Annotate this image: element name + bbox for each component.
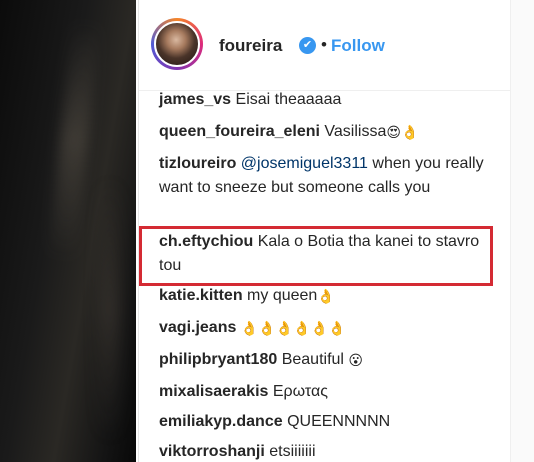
verified-badge-icon: ✔ — [299, 37, 316, 54]
follow-button[interactable]: Follow — [331, 36, 385, 56]
comment-text: Ερωτας — [272, 383, 328, 400]
emoji-icon: 😮 — [348, 352, 364, 368]
comment-mention-link[interactable]: @josemiguel3311 — [241, 155, 368, 172]
comment-username[interactable]: viktorroshanji — [159, 443, 265, 460]
comment-item: emiliakyp.dance QUEENNNNN — [159, 410, 499, 434]
comment-text: my queen — [247, 287, 318, 304]
photo-light-streak — [47, 19, 101, 261]
comment-item: james_vs Eisai theaaaaa — [159, 90, 499, 112]
scroll-gutter — [510, 0, 534, 462]
comment-username[interactable]: tizloureiro — [159, 155, 236, 172]
comment-username[interactable]: james_vs — [159, 91, 231, 108]
comment-list[interactable]: james_vs Eisai theaaaaa queen_foureira_e… — [139, 90, 511, 462]
emoji-icon: 😍👌 — [386, 124, 419, 140]
post-header: foureira ✔ • Follow — [139, 0, 511, 91]
comment-text: QUEENNNNN — [287, 413, 391, 430]
comment-username[interactable]: katie.kitten — [159, 287, 243, 304]
comment-item: philipbryant180 Beautiful 😮 — [159, 348, 499, 372]
comment-username[interactable]: vagi.jeans — [159, 319, 236, 336]
comment-item: queen_foureira_eleni Vasilissa😍👌 — [159, 120, 499, 144]
comment-text: Eisai theaaaaa — [235, 91, 342, 108]
emoji-icon: 👌 — [317, 288, 335, 304]
profile-username[interactable]: foureira — [219, 36, 282, 56]
post-photo — [0, 0, 136, 462]
comment-item: katie.kitten my queen👌 — [159, 284, 499, 308]
photo-light-streak — [100, 180, 120, 440]
comment-username[interactable]: mixalisaerakis — [159, 383, 268, 400]
comment-username[interactable]: emiliakyp.dance — [159, 413, 283, 430]
avatar-story-ring[interactable] — [151, 18, 203, 70]
comment-text: Beautiful — [281, 351, 344, 368]
comment-text: etsiiiiiii — [269, 443, 316, 460]
comment-username[interactable]: philipbryant180 — [159, 351, 277, 368]
comment-item: tizloureiro @josemiguel3311 when you rea… — [159, 152, 499, 200]
highlight-annotation-box — [139, 226, 493, 286]
comment-item: mixalisaerakis Ερωτας — [159, 380, 499, 404]
separator-dot: • — [321, 35, 327, 54]
comment-username[interactable]: queen_foureira_eleni — [159, 123, 320, 140]
comment-item: viktorroshanji etsiiiiiii — [159, 440, 499, 462]
emoji-icon: 👌👌👌👌👌👌 — [240, 320, 346, 336]
avatar[interactable] — [154, 21, 200, 67]
comments-panel: foureira ✔ • Follow james_vs Eisai theaa… — [138, 0, 511, 462]
comment-text: Vasilissa — [324, 123, 387, 140]
comment-item: vagi.jeans 👌👌👌👌👌👌 — [159, 316, 499, 340]
